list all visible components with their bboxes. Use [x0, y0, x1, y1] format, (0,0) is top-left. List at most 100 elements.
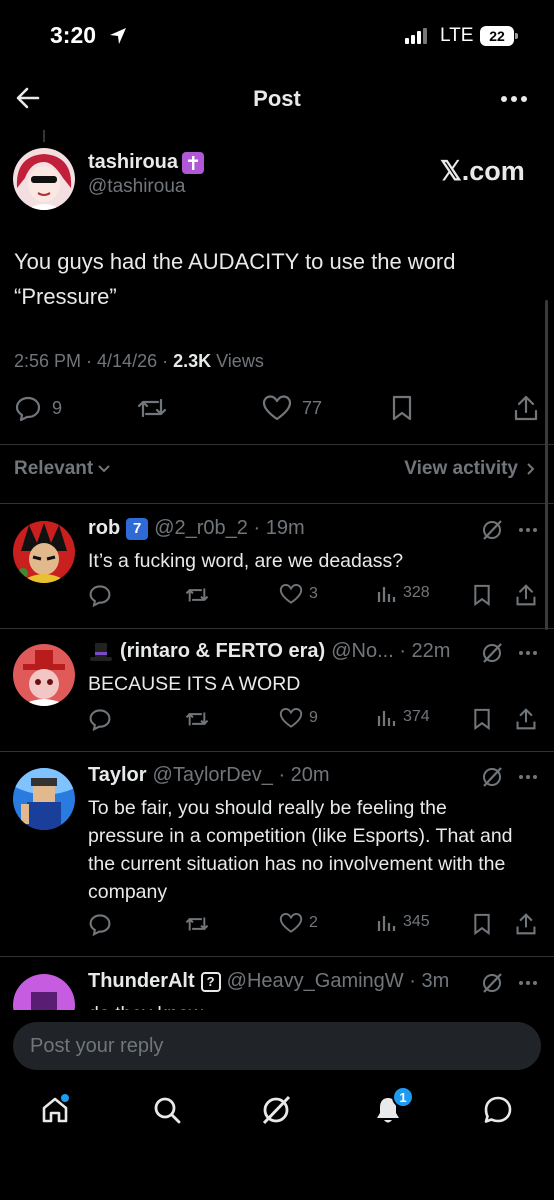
battery-indicator: 22 [480, 26, 518, 46]
views-button[interactable]: 374 [377, 707, 430, 727]
post-text: You guys had the AUDACITY to use the wor… [14, 249, 456, 309]
like-button[interactable]: 77 [262, 394, 322, 422]
sort-dropdown[interactable]: Relevant [14, 458, 111, 480]
bookmark-button[interactable] [390, 394, 414, 422]
like-icon [279, 912, 303, 934]
post-views-count: 2.3K [173, 351, 212, 371]
repost-button[interactable] [136, 394, 168, 422]
bottom-tab-bar: 1 [0, 1080, 554, 1200]
post-header: Post [0, 78, 554, 120]
thread-line [43, 130, 45, 142]
number-badge-icon: 7 [126, 517, 149, 540]
repost-icon[interactable] [184, 707, 210, 731]
share-icon[interactable] [515, 912, 537, 936]
reply-input[interactable] [13, 1022, 541, 1070]
grok-icon[interactable] [481, 519, 503, 541]
more-icon[interactable] [518, 774, 538, 780]
more-icon[interactable] [518, 527, 538, 533]
post-timestamp: 2:56 PM · 4/14/26 · [14, 351, 174, 371]
home-tab[interactable] [39, 1094, 71, 1126]
reply-item[interactable]: ThunderAlt ? @Heavy_GamingW · 3m do they… [0, 970, 554, 1010]
divider [0, 628, 554, 629]
notification-count-badge: 1 [392, 1086, 414, 1108]
more-icon[interactable] [500, 95, 528, 103]
like-button[interactable]: 9 [279, 707, 318, 729]
reply-item[interactable]: rob 7 @2_r0b_2 · 19m It’s a fucking word… [0, 517, 554, 627]
reply-icon[interactable] [88, 912, 112, 936]
reply-count: 9 [52, 397, 63, 418]
share-icon[interactable] [515, 707, 537, 731]
reply-author-name: (rintaro & FERTO era) [120, 640, 326, 662]
bookmark-icon[interactable] [472, 583, 492, 607]
grok-tab[interactable] [260, 1094, 292, 1126]
reply-handle-time: @TaylorDev_ · 20m [152, 764, 330, 786]
chevron-right-icon [526, 462, 536, 476]
bookmark-icon[interactable] [472, 912, 492, 936]
more-icon[interactable] [518, 650, 538, 656]
divider [0, 751, 554, 752]
reply-text: BECAUSE ITS A WORD [88, 673, 301, 695]
author-avatar[interactable] [13, 148, 75, 210]
views-count: 374 [403, 708, 430, 725]
reply-input-container[interactable] [13, 1022, 541, 1070]
divider [0, 956, 554, 957]
views-icon [377, 707, 397, 727]
like-button[interactable]: 2 [279, 912, 318, 934]
share-button[interactable] [513, 394, 539, 422]
bookmark-icon[interactable] [472, 707, 492, 731]
reply-avatar[interactable] [13, 974, 75, 1010]
views-button[interactable]: 328 [377, 583, 430, 603]
reply-button[interactable]: 9 [14, 394, 62, 422]
reply-handle-time: @Heavy_GamingW · 3m [226, 970, 450, 992]
reply-icon[interactable] [88, 583, 112, 607]
divider [0, 503, 554, 504]
grok-icon [260, 1094, 292, 1126]
reply-icon [14, 394, 42, 422]
unread-dot [61, 1094, 69, 1102]
reply-handle-time: @No... · 22m [331, 640, 451, 662]
more-icon[interactable] [518, 980, 538, 986]
views-icon [377, 912, 397, 932]
source-label: 𝕏.com [440, 156, 525, 186]
view-activity-link[interactable]: View activity [404, 458, 536, 480]
reply-item[interactable]: (rintaro & FERTO era) @No... · 22m BECAU… [0, 640, 554, 750]
sort-label: Relevant [14, 458, 94, 479]
reply-actions: 2 345 [0, 912, 554, 938]
scrollbar[interactable] [545, 300, 548, 630]
page-title: Post [253, 86, 301, 111]
like-count: 9 [309, 709, 318, 726]
bookmark-icon [390, 394, 414, 422]
repost-icon[interactable] [184, 583, 210, 607]
views-button[interactable]: 345 [377, 912, 430, 932]
network-type: LTE [440, 25, 474, 46]
like-icon [262, 394, 292, 422]
grok-icon[interactable] [481, 766, 503, 788]
reply-avatar[interactable] [13, 644, 75, 706]
chevron-down-icon [97, 464, 111, 474]
search-tab[interactable] [151, 1094, 183, 1126]
author-handle: @tashiroua [88, 176, 186, 197]
grok-icon[interactable] [481, 972, 503, 994]
like-icon [279, 707, 303, 729]
reply-text: do they know [88, 1000, 518, 1010]
reply-avatar[interactable] [13, 521, 75, 583]
search-icon [151, 1094, 183, 1126]
reply-icon[interactable] [88, 707, 112, 731]
top-hat-icon [88, 641, 114, 663]
reply-item[interactable]: Taylor @TaylorDev_ · 20m To be fair, you… [0, 764, 554, 954]
messages-tab[interactable] [482, 1094, 514, 1126]
post-author[interactable]: tashiroua @tashiroua [88, 151, 205, 198]
reply-avatar[interactable] [13, 768, 75, 830]
notifications-tab[interactable]: 1 [372, 1086, 414, 1126]
repost-icon[interactable] [184, 912, 210, 936]
post-views-label: Views [211, 351, 264, 371]
grok-icon[interactable] [481, 642, 503, 664]
question-badge-icon: ? [200, 971, 221, 992]
reply-text: It’s a fucking word, are we deadass? [88, 550, 404, 572]
like-button[interactable]: 3 [279, 583, 318, 605]
like-count: 3 [309, 585, 318, 602]
cross-badge-icon [182, 151, 205, 174]
like-count: 2 [309, 914, 318, 931]
views-icon [377, 583, 397, 603]
share-icon[interactable] [515, 583, 537, 607]
